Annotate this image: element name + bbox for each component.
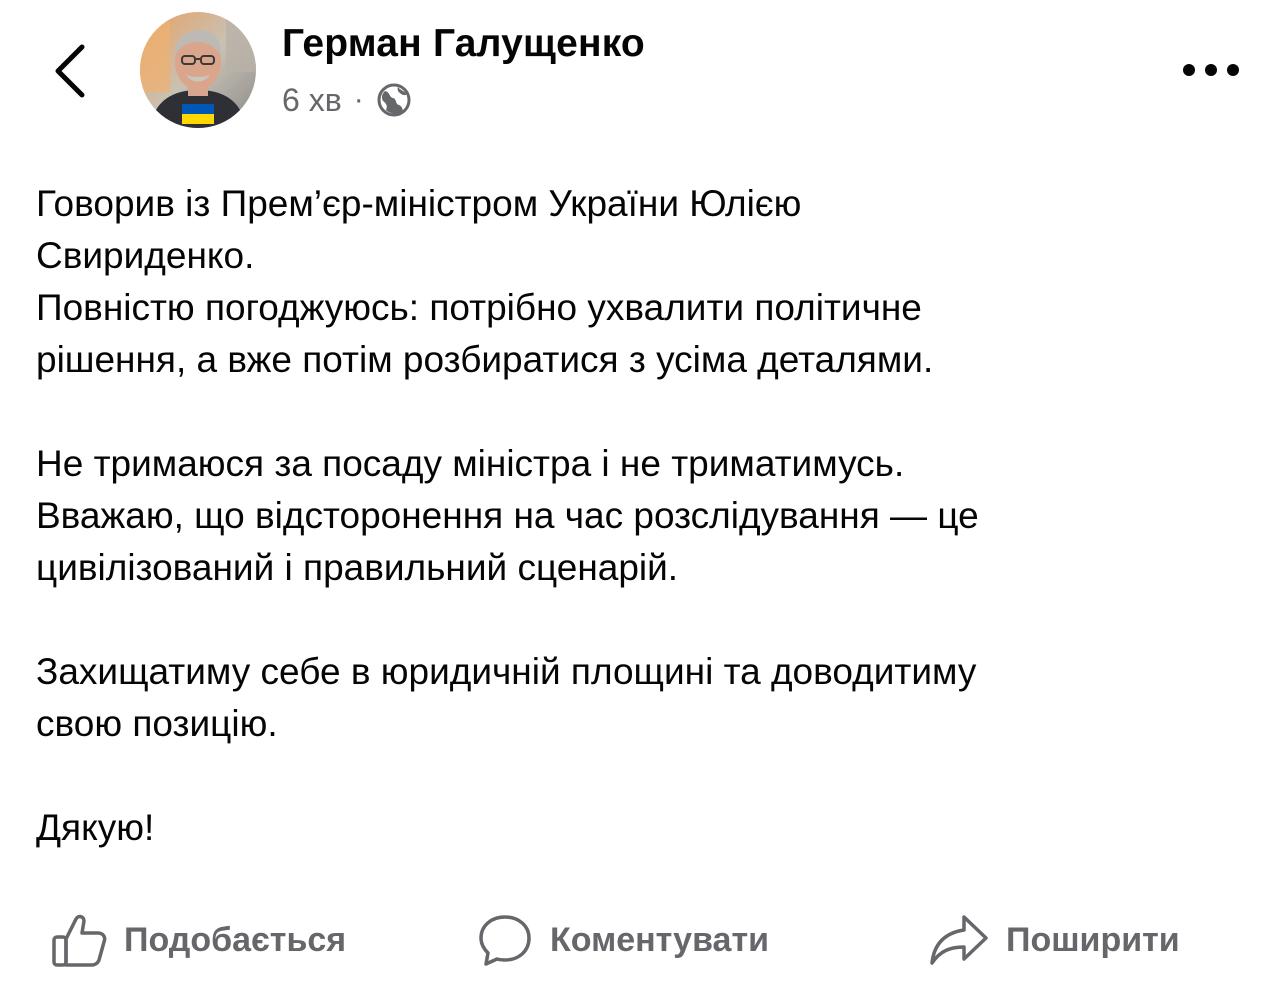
post-paragraph: Захищатиму себе в юридичній площині та д… [36,651,977,744]
avatar-photo [140,12,256,128]
post-paragraph: Говорив із Прем’єр-міністром України Юлі… [36,183,934,380]
back-button[interactable] [40,36,100,106]
post-paragraph: Не тримаюся за посаду міністра і не трим… [36,443,979,588]
comment-button[interactable]: Коментувати [476,905,769,975]
thumbs-up-icon [52,914,107,967]
share-arrow-icon [930,915,988,965]
more-options-button[interactable] [1176,48,1246,92]
globe-icon [377,83,411,117]
chevron-left-icon [55,44,85,98]
post-text: Говорив із Прем’єр-міністром України Юлі… [36,178,1256,854]
comment-bubble-icon [479,915,531,966]
comment-label: Коментувати [550,920,769,959]
post-timestamp[interactable]: 6 хв [282,82,342,119]
share-label: Поширити [1006,920,1180,959]
share-button[interactable]: Поширити [928,905,1180,975]
post-actions-bar: Подобається Коментувати Поширити [0,905,1280,975]
post-paragraph: Дякую! [36,807,155,848]
like-button[interactable]: Подобається [50,905,346,975]
avatar[interactable] [140,12,256,128]
more-horizontal-icon [1183,64,1239,76]
post-meta: 6 хв · [282,80,412,120]
meta-separator: · [353,83,364,116]
author-name[interactable]: Герман Галущенко [282,22,645,66]
like-label: Подобається [124,920,347,959]
